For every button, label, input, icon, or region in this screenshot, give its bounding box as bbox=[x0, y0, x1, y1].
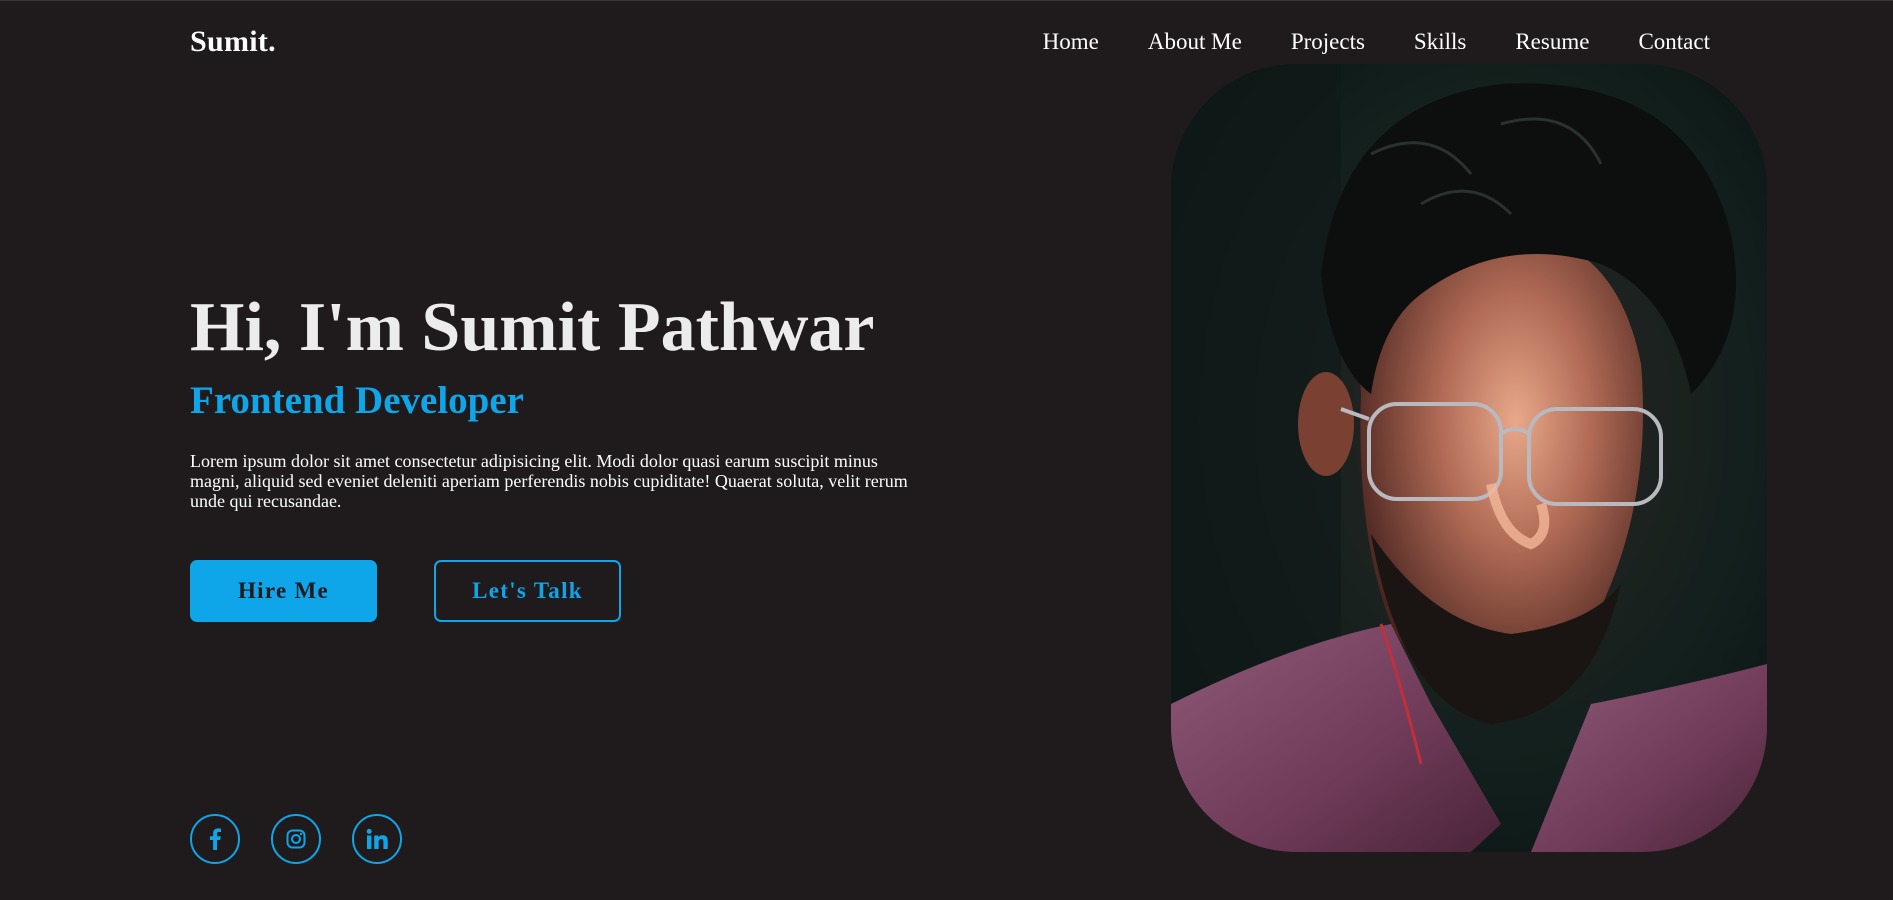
hero-description: Lorem ipsum dolor sit amet consectetur a… bbox=[190, 451, 908, 511]
nav-item-home[interactable]: Home bbox=[1043, 29, 1099, 55]
nav-item-resume[interactable]: Resume bbox=[1515, 29, 1589, 55]
linkedin-icon bbox=[366, 828, 388, 849]
linkedin-link[interactable] bbox=[352, 814, 402, 864]
page: Sumit. Home About Me Projects Skills Res… bbox=[0, 0, 1893, 900]
portrait-photo bbox=[1171, 64, 1767, 852]
hero-subtitle: Frontend Developer bbox=[190, 379, 524, 422]
nav-item-projects[interactable]: Projects bbox=[1291, 29, 1365, 55]
instagram-link[interactable] bbox=[271, 814, 321, 864]
main-nav: Home About Me Projects Skills Resume Con… bbox=[1043, 29, 1710, 55]
nav-item-contact[interactable]: Contact bbox=[1638, 29, 1710, 55]
site-logo[interactable]: Sumit. bbox=[190, 25, 276, 59]
hero-title: Hi, I'm Sumit Pathwar bbox=[190, 289, 875, 366]
hire-me-button[interactable]: Hire Me bbox=[190, 560, 377, 622]
portrait-illustration bbox=[1171, 64, 1767, 852]
lets-talk-button[interactable]: Let's Talk bbox=[434, 560, 621, 622]
facebook-link[interactable] bbox=[190, 814, 240, 864]
instagram-icon bbox=[286, 829, 306, 849]
nav-item-about-me[interactable]: About Me bbox=[1148, 29, 1242, 55]
nav-item-skills[interactable]: Skills bbox=[1414, 29, 1466, 55]
facebook-icon bbox=[209, 828, 221, 850]
